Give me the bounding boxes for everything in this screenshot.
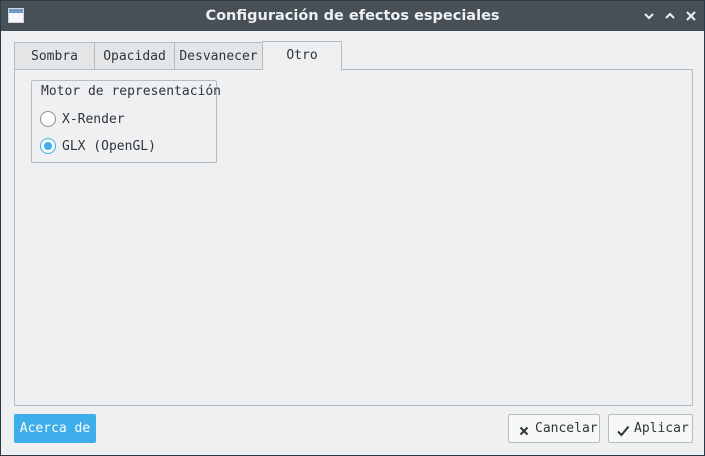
- about-button[interactable]: Acerca de: [14, 414, 96, 443]
- close-icon[interactable]: [683, 8, 699, 24]
- tab-desvanecer[interactable]: Desvanecer: [174, 42, 263, 69]
- minimize-icon[interactable]: [641, 8, 657, 24]
- window-title: Configuración de efectos especiales: [205, 8, 500, 24]
- render-engine-group: Motor de representación X-Render GLX (Op…: [31, 80, 221, 163]
- apply-button[interactable]: Aplicar: [608, 414, 693, 443]
- radio-button[interactable]: [40, 111, 56, 127]
- tab-opacidad[interactable]: Opacidad: [94, 42, 175, 69]
- checkmark-icon: [616, 421, 630, 437]
- dialog-window: Configuración de efectos especiales Somb…: [0, 0, 705, 456]
- title-bar[interactable]: Configuración de efectos especiales: [1, 1, 704, 31]
- group-title: Motor de representación: [41, 84, 222, 99]
- radio-button-checked[interactable]: [40, 138, 56, 154]
- tab-otro[interactable]: Otro: [262, 41, 342, 70]
- cancel-button[interactable]: Cancelar: [508, 414, 600, 443]
- radio-label[interactable]: X-Render: [62, 111, 125, 128]
- tab-sombra[interactable]: Sombra: [14, 42, 95, 69]
- tab-panel-otro: Motor de representación X-Render GLX (Op…: [14, 69, 693, 406]
- x-icon: [517, 421, 531, 436]
- maximize-icon[interactable]: [662, 8, 678, 24]
- apply-label: Aplicar: [634, 421, 689, 436]
- cancel-label: Cancelar: [535, 421, 598, 436]
- radio-label[interactable]: GLX (OpenGL): [62, 138, 156, 155]
